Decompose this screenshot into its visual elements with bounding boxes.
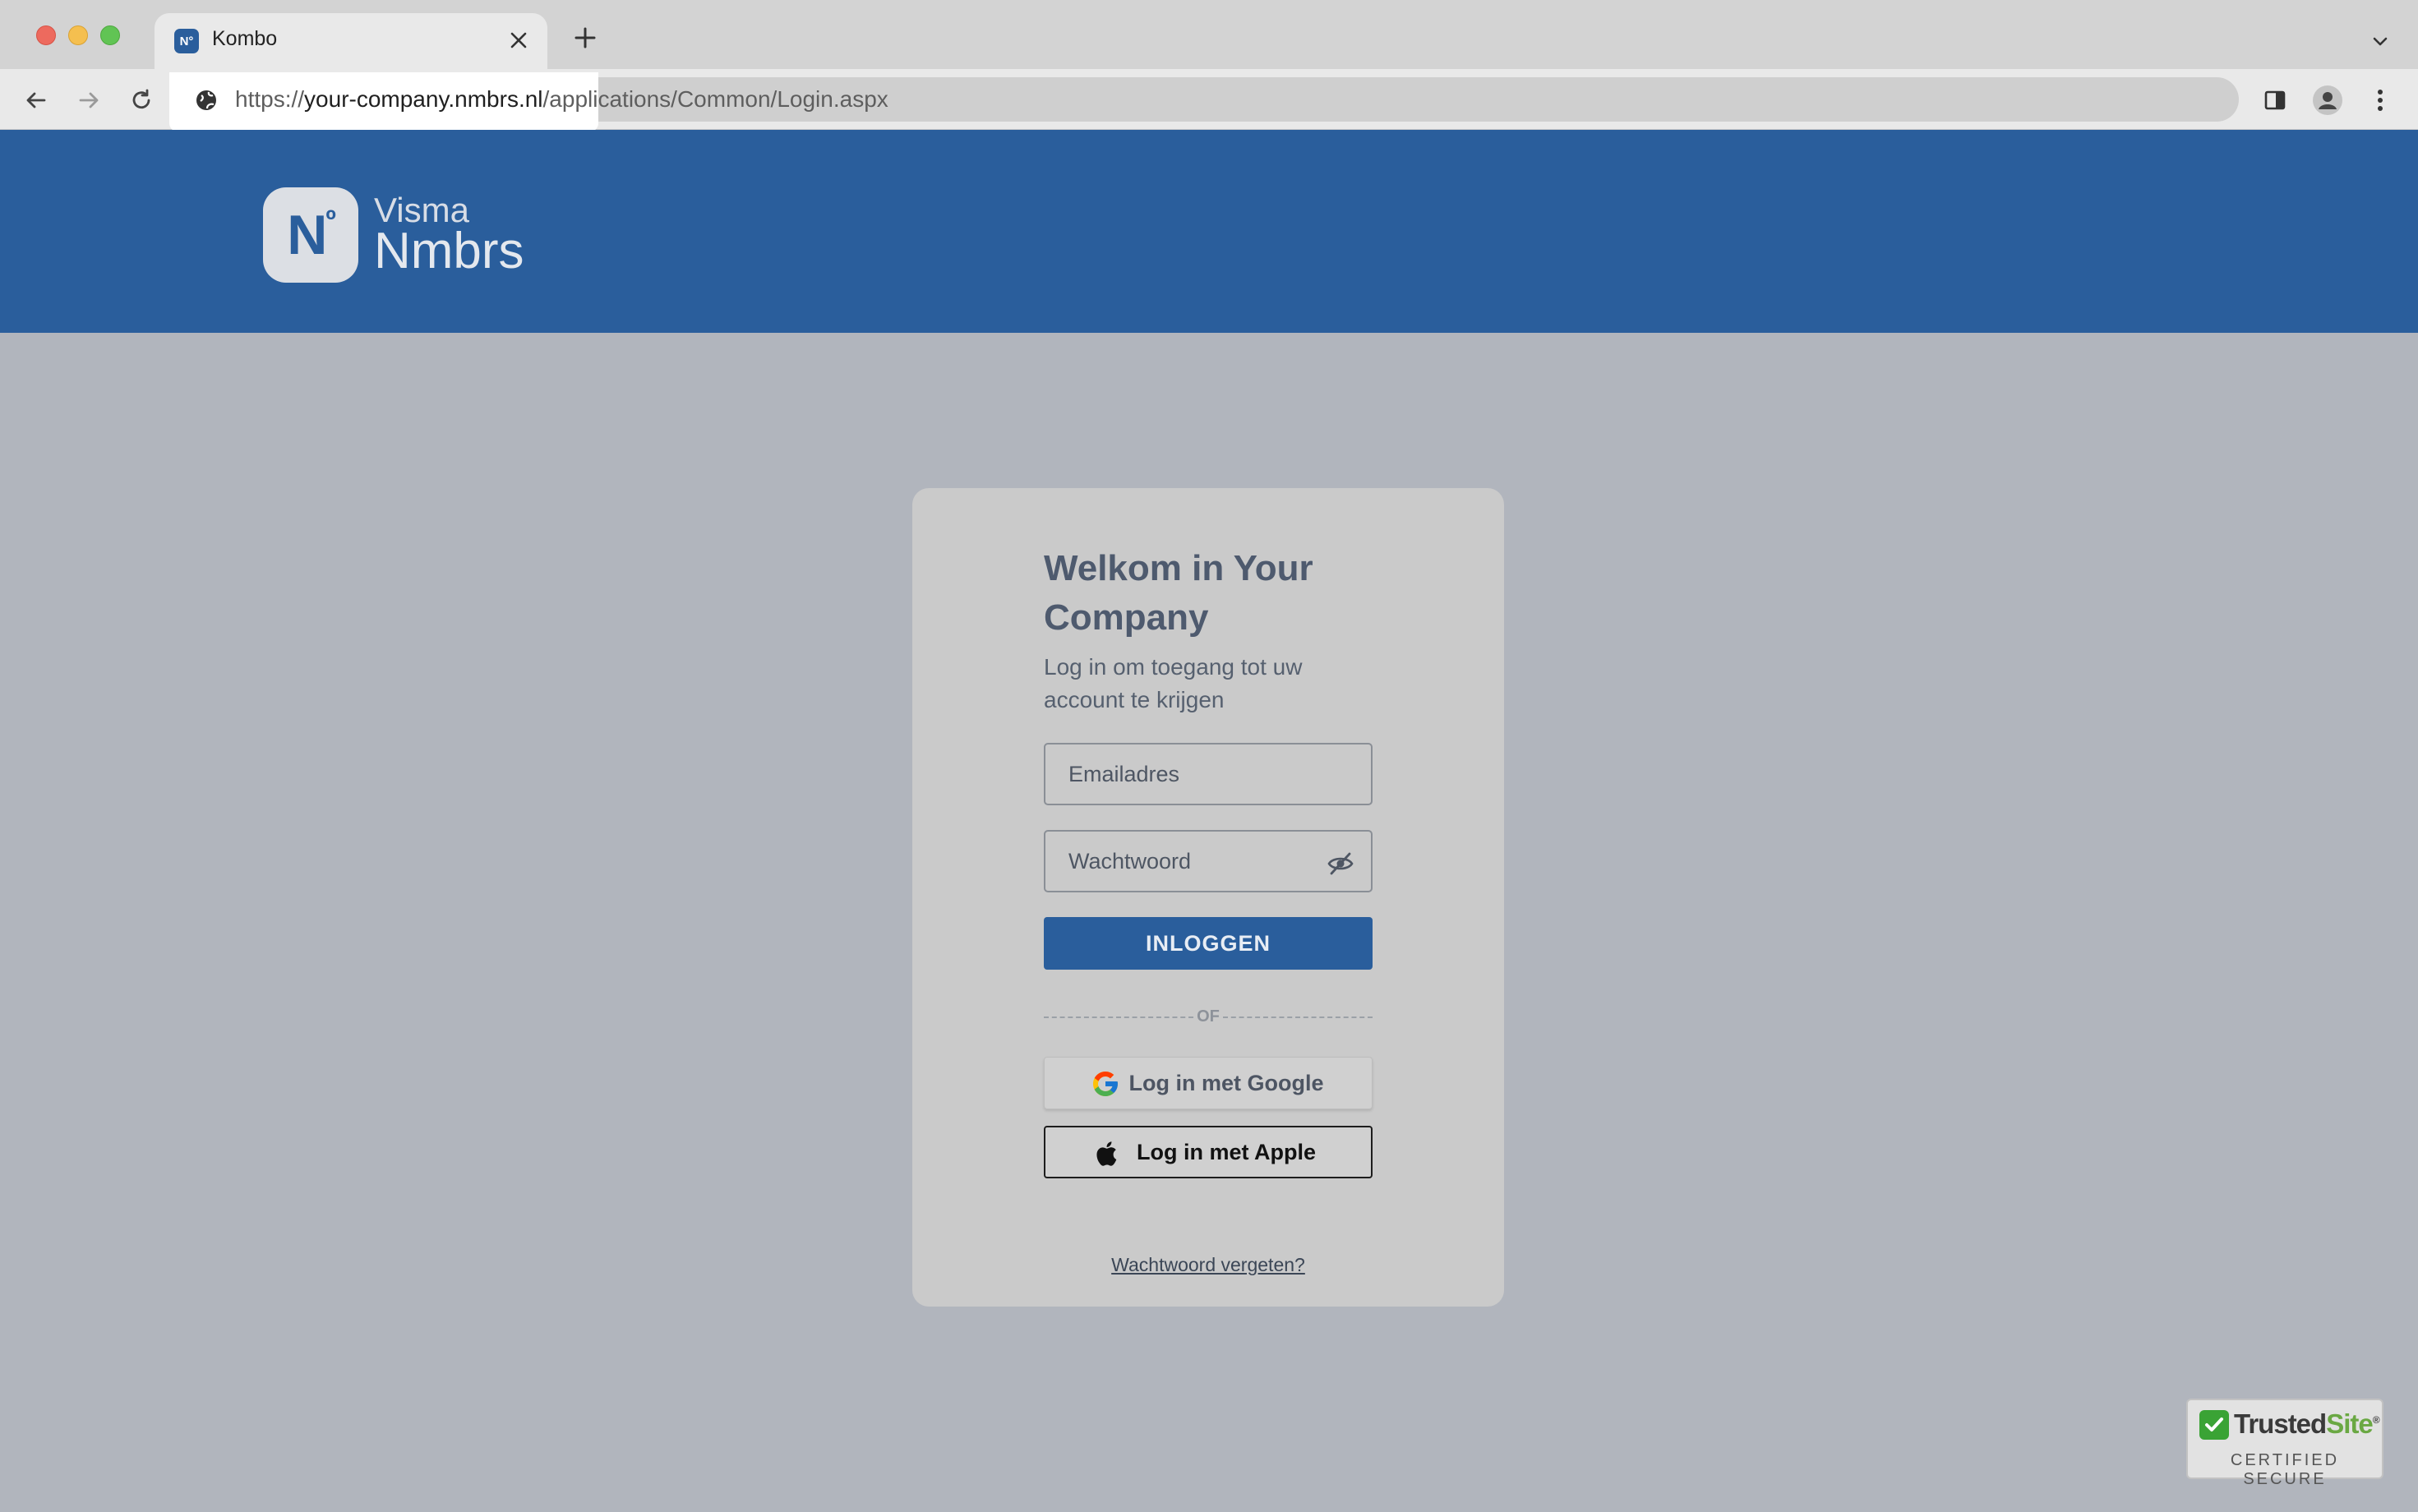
trustedsite-badge[interactable]: TrustedSite® CERTIFIED SECURE: [2186, 1399, 2383, 1488]
eye-off-icon[interactable]: [1327, 850, 1354, 878]
back-arrow-icon[interactable]: [18, 82, 54, 118]
browser-tab-active[interactable]: N° Kombo: [155, 13, 547, 71]
trustedsite-subtitle: CERTIFIED SECURE: [2230, 1451, 2340, 1488]
reload-icon[interactable]: [123, 82, 159, 118]
trustedsite-name-b: Site: [2326, 1408, 2374, 1439]
checkmark-icon: [2199, 1410, 2229, 1440]
favicon-icon: N°: [174, 29, 199, 53]
url-host: your-company.nmbrs.nl: [304, 86, 543, 112]
login-subtitle: Log in om toegang tot uw account te krij…: [1044, 654, 1303, 712]
forgot-password-link[interactable]: Wachtwoord vergeten?: [1044, 1254, 1373, 1276]
url-text: https://your-company.nmbrs.nl/applicatio…: [235, 86, 888, 113]
email-input[interactable]: [1045, 744, 1371, 804]
more-vertical-icon[interactable]: [2362, 82, 2398, 118]
or-divider: OF: [1044, 1007, 1373, 1027]
tab-search-chevron-down-icon[interactable]: [2365, 26, 2395, 56]
site-info-icon[interactable]: [194, 88, 219, 113]
divider-line-right: [1223, 1016, 1373, 1018]
url-path: /applications/Common/Login.aspx: [542, 86, 888, 112]
window-zoom-button[interactable]: [100, 25, 120, 45]
trustedsite-name: TrustedSite®: [2234, 1408, 2380, 1440]
brand-name-bottom: Nmbrs: [374, 223, 524, 279]
window-minimize-button[interactable]: [68, 25, 88, 45]
apple-login-label: Log in met Apple: [1137, 1139, 1316, 1164]
login-button[interactable]: INLOGGEN: [1044, 917, 1373, 970]
tab-title: Kombo: [212, 27, 278, 50]
profile-avatar-icon[interactable]: [2310, 82, 2346, 118]
side-panel-icon[interactable]: [2257, 82, 2293, 118]
login-card: Welkom in Your Company Log in om toegang…: [912, 488, 1504, 1307]
nmbrs-logo-icon: Nº: [263, 187, 358, 283]
password-input[interactable]: [1045, 832, 1371, 891]
new-tab-plus-icon[interactable]: [569, 21, 602, 54]
browser-tab-bar: N° Kombo: [0, 0, 2418, 71]
url-scheme: https://: [235, 86, 305, 112]
site-header: Nº Visma Nmbrs: [0, 130, 2418, 333]
google-login-label: Log in met Google: [1128, 1070, 1324, 1095]
login-title: Welkom in Your Company: [1044, 548, 1313, 638]
logo-sup: º: [325, 205, 336, 237]
apple-login-button[interactable]: Log in met Apple: [1044, 1126, 1373, 1178]
window-close-button[interactable]: [36, 25, 56, 45]
email-field[interactable]: [1044, 743, 1373, 805]
tab-close-icon[interactable]: [503, 25, 534, 56]
browser-toolbar: https://your-company.nmbrs.nl/applicatio…: [0, 69, 2418, 131]
trustedsite-reg: ®: [2372, 1414, 2380, 1426]
password-field[interactable]: [1044, 830, 1373, 892]
google-login-button[interactable]: Log in met Google: [1044, 1057, 1373, 1109]
address-bar[interactable]: https://your-company.nmbrs.nl/applicatio…: [169, 72, 2239, 131]
forward-arrow-icon[interactable]: [71, 82, 107, 118]
logo-mark: N: [287, 204, 327, 266]
trustedsite-name-a: Trusted: [2234, 1408, 2327, 1439]
